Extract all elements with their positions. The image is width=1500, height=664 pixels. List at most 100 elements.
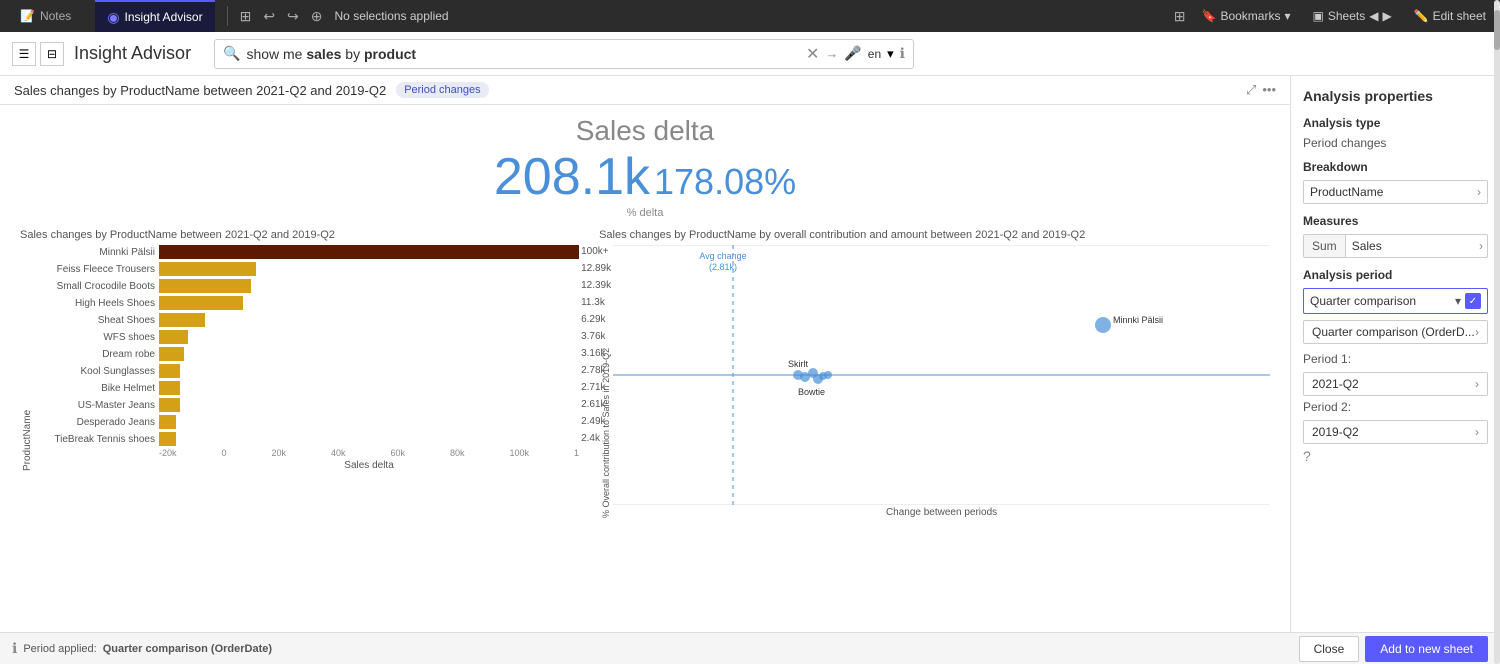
measures-selector[interactable]: Sum Sales ›: [1303, 234, 1488, 258]
bar-fill[interactable]: [159, 432, 176, 446]
bar-chart-inner: ProductName Minnki Pälsii100k+Feiss Flee…: [20, 245, 579, 471]
bar-track: 6.29k: [159, 313, 579, 327]
period1-chevron-icon: ›: [1475, 377, 1479, 391]
lang-chevron-icon[interactable]: ▾: [887, 46, 894, 62]
period-changes-badge: Period changes: [396, 82, 488, 98]
measures-field-label: Sales: [1346, 235, 1475, 257]
expand-icon[interactable]: ⤢: [1246, 82, 1256, 98]
search-view-icon[interactable]: ⊞: [240, 8, 252, 25]
chart-main-title: Sales changes by ProductName between 202…: [14, 83, 386, 98]
left-panel-toggle[interactable]: ☰: [12, 42, 36, 66]
bar-item-label: Minnki Pälsii: [35, 247, 155, 258]
kpi-row: 208.1k 178.08%: [494, 147, 796, 207]
analysis-period-section: Analysis period Quarter comparison ▾ ✓ Q…: [1303, 268, 1488, 444]
bar-item-label: Sheat Shoes: [35, 315, 155, 326]
notes-icon: 📝: [20, 9, 35, 23]
sheets-next-icon[interactable]: ▶: [1382, 9, 1391, 23]
top-navigation-bar: 📝 Notes ◉ Insight Advisor ⊞ ↩ ↪ ⊕ No sel…: [0, 0, 1500, 32]
kpi-pct: 178.08%: [654, 161, 796, 203]
sheets-prev-icon[interactable]: ◀: [1369, 9, 1378, 23]
properties-panel: Analysis properties Analysis type Period…: [1290, 76, 1500, 632]
search-submit-icon[interactable]: →: [825, 46, 838, 61]
bar-fill[interactable]: [159, 245, 579, 259]
grid-icon[interactable]: ⊞: [1174, 8, 1186, 25]
bar-fill[interactable]: [159, 330, 188, 344]
chart-action-buttons: ⤢ •••: [1246, 82, 1276, 98]
language-selector[interactable]: en: [868, 47, 881, 61]
period-detail-row[interactable]: Quarter comparison (OrderD... ›: [1303, 320, 1488, 344]
more-options-icon[interactable]: •••: [1262, 82, 1276, 98]
measures-sum-label: Sum: [1304, 235, 1346, 257]
bar-item-label: Desperado Jeans: [35, 417, 155, 428]
bar-track: 2.49k: [159, 415, 579, 429]
breakdown-selector[interactable]: ProductName ›: [1303, 180, 1488, 204]
bar-row: Desperado Jeans 2.49k: [35, 415, 579, 429]
right-panel-toggle[interactable]: ⊟: [40, 42, 64, 66]
period2-chevron-icon: ›: [1475, 425, 1479, 439]
scatter-y-axis-label: % Overall contribution to Sales in 2019-…: [599, 245, 613, 518]
scatter-label-minnki: Minnki Pälsii: [1113, 315, 1163, 325]
insight-advisor-tab[interactable]: ◉ Insight Advisor: [95, 0, 214, 32]
bookmarks-button[interactable]: 🔖 Bookmarks ▾: [1195, 7, 1296, 25]
edit-sheet-button[interactable]: ✏️ Edit sheet: [1408, 7, 1492, 25]
close-button[interactable]: Close: [1299, 636, 1360, 662]
search-bar[interactable]: 🔍 show me sales by product ✕ → 🎤 en ▾ ℹ: [214, 39, 914, 69]
bookmarks-label: Bookmarks: [1220, 9, 1280, 23]
analysis-type-value: Period changes: [1303, 136, 1488, 150]
bar-item-label: TieBreak Tennis shoes: [35, 434, 155, 445]
bar-fill[interactable]: [159, 262, 256, 276]
microphone-icon[interactable]: 🎤: [844, 45, 861, 62]
bar-row: Dream robe3.16k: [35, 347, 579, 361]
bar-row: High Heels Shoes11.3k: [35, 296, 579, 310]
tab-divider: [227, 6, 228, 26]
bar-fill[interactable]: [159, 313, 205, 327]
search-bold-product: product: [364, 46, 416, 62]
period-detail-chevron-icon: ›: [1475, 325, 1479, 339]
bookmark-icon: 🔖: [1201, 9, 1216, 23]
period-checkbox[interactable]: ✓: [1465, 293, 1481, 309]
bar-fill[interactable]: [159, 279, 251, 293]
bar-track: 2.61k: [159, 398, 579, 412]
scatter-point-6[interactable]: [824, 371, 832, 379]
search-clear-icon[interactable]: ✕: [806, 44, 819, 64]
bar-track: 100k+: [159, 245, 579, 259]
sheets-button[interactable]: ▣ Sheets ◀ ▶: [1307, 7, 1398, 25]
bar-row: US-Master Jeans2.61k: [35, 398, 579, 412]
period-comparison-label: Quarter comparison: [1310, 294, 1455, 308]
bar-fill[interactable]: [159, 364, 180, 378]
period1-label: Period 1:: [1303, 352, 1488, 366]
notes-tab[interactable]: 📝 Notes: [8, 0, 83, 32]
bar-fill[interactable]: [159, 381, 180, 395]
panel-toggles: ☰ ⊟: [12, 42, 64, 66]
edit-sheet-label: Edit sheet: [1433, 9, 1486, 23]
smart-search-icon[interactable]: ⊕: [311, 8, 323, 25]
bookmarks-chevron-icon: ▾: [1284, 9, 1290, 23]
scatter-point-minnki[interactable]: [1095, 317, 1111, 333]
notes-tab-label: Notes: [40, 9, 71, 23]
sheets-icon: ▣: [1313, 9, 1324, 23]
undo-icon[interactable]: ↩: [263, 8, 275, 25]
bar-track: 12.89k: [159, 262, 579, 276]
bar-track: 2.4k: [159, 432, 579, 446]
bar-x-axis: -20k 0 20k 40k 60k 80k 100k 1: [35, 448, 579, 458]
period-detail-label: Quarter comparison (OrderD...: [1312, 325, 1475, 339]
bar-fill[interactable]: [159, 398, 180, 412]
kpi-label: Sales delta: [494, 115, 796, 147]
period1-selector[interactable]: 2021-Q2 ›: [1303, 372, 1488, 396]
scrollbar-track: [1494, 76, 1500, 632]
redo-icon[interactable]: ↪: [287, 8, 299, 25]
measures-chevron-icon[interactable]: ›: [1475, 235, 1487, 257]
bar-fill[interactable]: [159, 296, 243, 310]
add-to-new-sheet-button[interactable]: Add to new sheet: [1365, 636, 1488, 662]
period-comparison-selector[interactable]: Quarter comparison ▾ ✓: [1303, 288, 1488, 314]
avg-change-label: Avg change: [699, 251, 746, 261]
scatter-svg: Minnki Pälsii Skirlt: [613, 245, 1270, 505]
bar-row: Bike Helmet2.71k: [35, 381, 579, 395]
period1-value: 2021-Q2: [1312, 377, 1475, 391]
period2-selector[interactable]: 2019-Q2 ›: [1303, 420, 1488, 444]
info-icon[interactable]: ℹ: [900, 45, 905, 62]
help-icon[interactable]: ?: [1303, 448, 1311, 464]
bar-fill[interactable]: [159, 415, 176, 429]
bar-fill[interactable]: [159, 347, 184, 361]
content-area: Sales changes by ProductName between 202…: [0, 76, 1290, 632]
